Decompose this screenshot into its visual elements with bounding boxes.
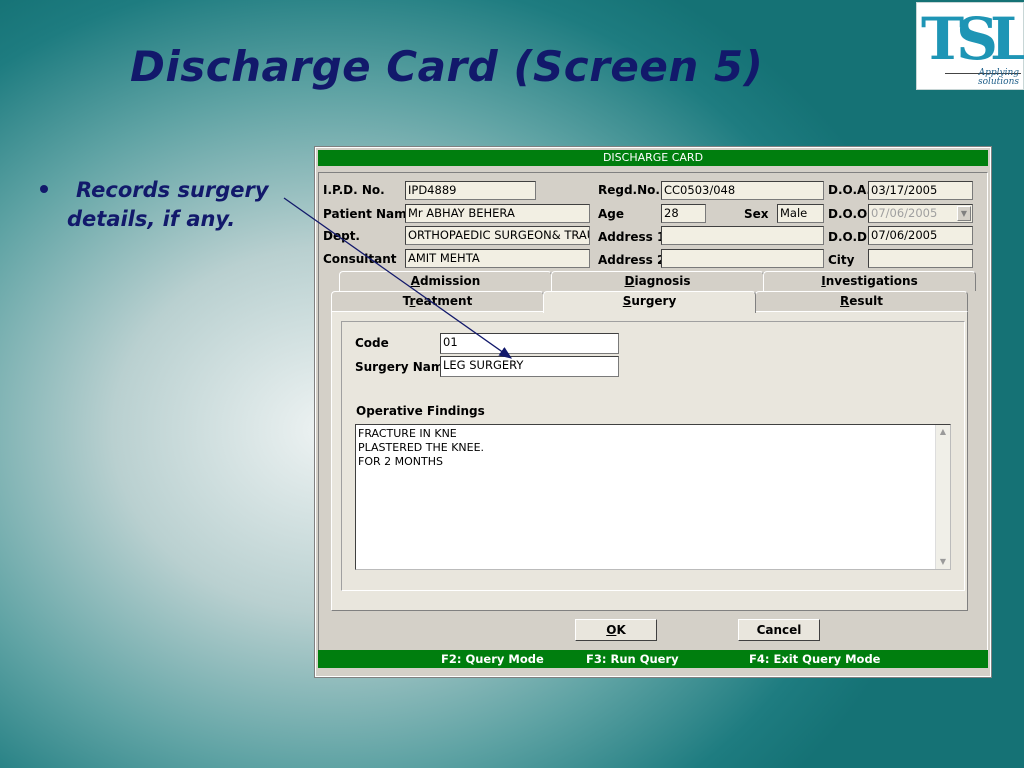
consultant-field[interactable]: AMIT MEHTA — [405, 249, 590, 268]
company-logo: TSL Applying solutions — [916, 2, 1024, 90]
status-query-mode: F2: Query Mode — [441, 652, 544, 666]
address1-field[interactable] — [661, 226, 824, 245]
tab-surgery[interactable]: Surgery — [543, 291, 756, 313]
address2-label: Address 2 — [598, 253, 666, 267]
consultant-label: Consultant — [323, 252, 397, 266]
doo-dropdown[interactable]: 07/06/2005 ▼ — [868, 204, 973, 223]
code-input[interactable]: 01 — [440, 333, 619, 354]
surgery-name-label: Surgery Name — [355, 360, 452, 374]
tab-diagnosis[interactable]: Diagnosis — [551, 271, 764, 291]
tab-admission[interactable]: Admission — [339, 271, 552, 291]
discharge-card-window: DISCHARGE CARD I.P.D. No. IPD4889 Regd.N… — [314, 146, 992, 678]
regd-label: Regd.No. — [598, 183, 660, 197]
city-label: City — [828, 253, 855, 267]
scroll-up-icon[interactable]: ▲ — [936, 425, 950, 439]
ok-button[interactable]: OK — [575, 619, 657, 641]
surgery-name-input[interactable]: LEG SURGERY — [440, 356, 619, 377]
doa-label: D.O.A. — [828, 183, 872, 197]
tab-result[interactable]: Result — [755, 291, 968, 311]
patient-name-label: Patient Name — [323, 207, 415, 221]
age-field[interactable]: 28 — [661, 204, 706, 223]
patient-name-field[interactable]: Mr ABHAY BEHERA — [405, 204, 590, 223]
doa-field[interactable]: 03/17/2005 — [868, 181, 973, 200]
status-bar: F2: Query Mode F3: Run Query F4: Exit Qu… — [318, 650, 988, 668]
bullet-dot — [40, 185, 48, 193]
surgery-tab-panel: Code 01 Surgery Name LEG SURGERY Operati… — [331, 311, 968, 611]
logo-tagline: Applying solutions — [977, 68, 1019, 87]
bullet-text-line2: details, if any. — [67, 207, 236, 231]
status-run-query: F3: Run Query — [586, 652, 679, 666]
tab-investigations[interactable]: Investigations — [763, 271, 976, 291]
tab-treatment[interactable]: Treatment — [331, 291, 544, 311]
code-label: Code — [355, 336, 389, 350]
regd-field[interactable]: CC0503/048 — [661, 181, 824, 200]
dept-field[interactable]: ORTHOPAEDIC SURGEON& TRAUMA — [405, 226, 590, 245]
textarea-scrollbar[interactable]: ▲ ▼ — [935, 425, 950, 569]
dod-label: D.O.D. — [828, 230, 872, 244]
chevron-down-icon[interactable]: ▼ — [957, 206, 971, 221]
sex-label: Sex — [744, 207, 769, 221]
bullet-text-line1: Records surgery — [76, 178, 269, 202]
surgery-group: Code 01 Surgery Name LEG SURGERY Operati… — [341, 321, 965, 591]
cancel-button[interactable]: Cancel — [738, 619, 820, 641]
operative-findings-textarea[interactable]: FRACTURE IN KNE PLASTERED THE KNEE. FOR … — [355, 424, 951, 570]
slide-title: Discharge Card (Screen 5) — [130, 42, 764, 91]
status-exit-query-mode: F4: Exit Query Mode — [749, 652, 881, 666]
operative-findings-label: Operative Findings — [356, 404, 485, 418]
dept-label: Dept. — [323, 229, 360, 243]
age-label: Age — [598, 207, 625, 221]
address1-label: Address 1 — [598, 230, 666, 244]
form-frame: I.P.D. No. IPD4889 Regd.No. CC0503/048 D… — [318, 172, 988, 656]
window-title: DISCHARGE CARD — [318, 150, 988, 166]
ipd-label: I.P.D. No. — [323, 183, 385, 197]
dod-field[interactable]: 07/06/2005 — [868, 226, 973, 245]
doo-label: D.O.O. — [828, 207, 872, 221]
ipd-field[interactable]: IPD4889 — [405, 181, 536, 200]
doo-value: 07/06/2005 — [871, 206, 938, 220]
logo-letters: TSL — [921, 5, 1024, 73]
address2-field[interactable] — [661, 249, 824, 268]
sex-field[interactable]: Male — [777, 204, 824, 223]
city-field[interactable] — [868, 249, 973, 268]
scroll-down-icon[interactable]: ▼ — [936, 555, 950, 569]
